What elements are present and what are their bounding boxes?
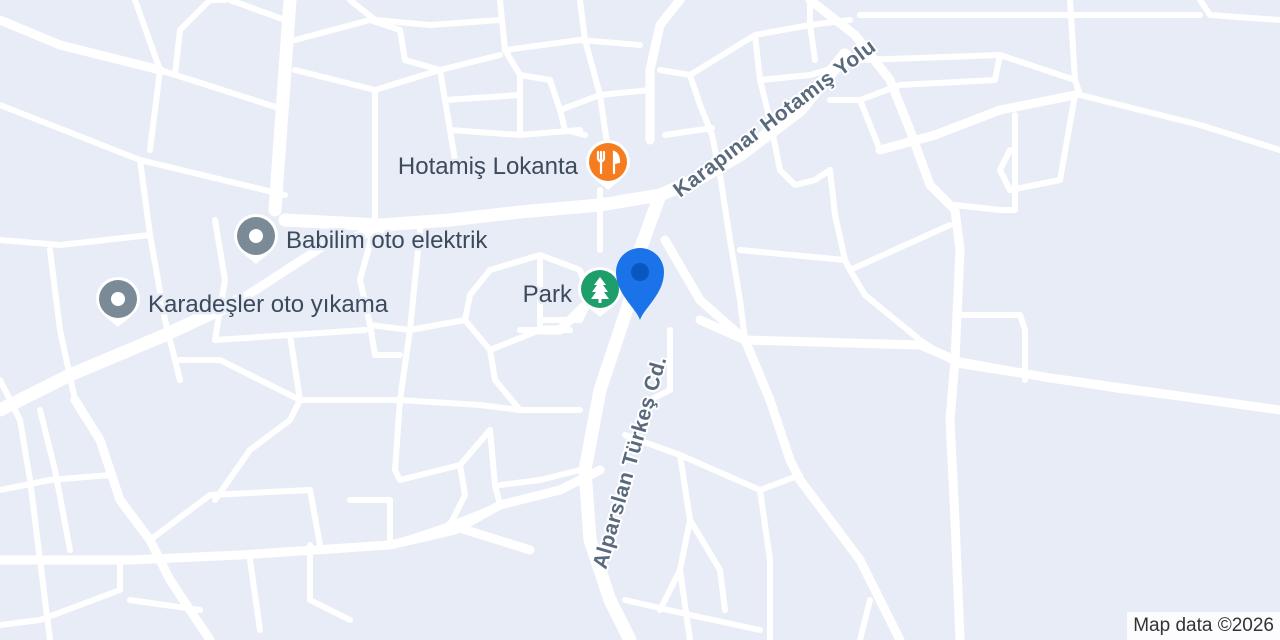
map-attribution[interactable]: Map data ©2026 (1127, 612, 1280, 640)
poi-label-hotamis-lokanta: Hotamiş Lokanta (398, 153, 579, 180)
poi-label-park: Park (523, 281, 573, 308)
map-canvas[interactable]: Karapınar Hotamış Yolu Alparslan Türkeş … (0, 0, 1280, 640)
poi-label-babilim-oto-elektrik: Babilim oto elektrik (286, 227, 488, 254)
poi-label-karadesler-oto-yikama: Karadeşler oto yıkama (148, 291, 389, 318)
